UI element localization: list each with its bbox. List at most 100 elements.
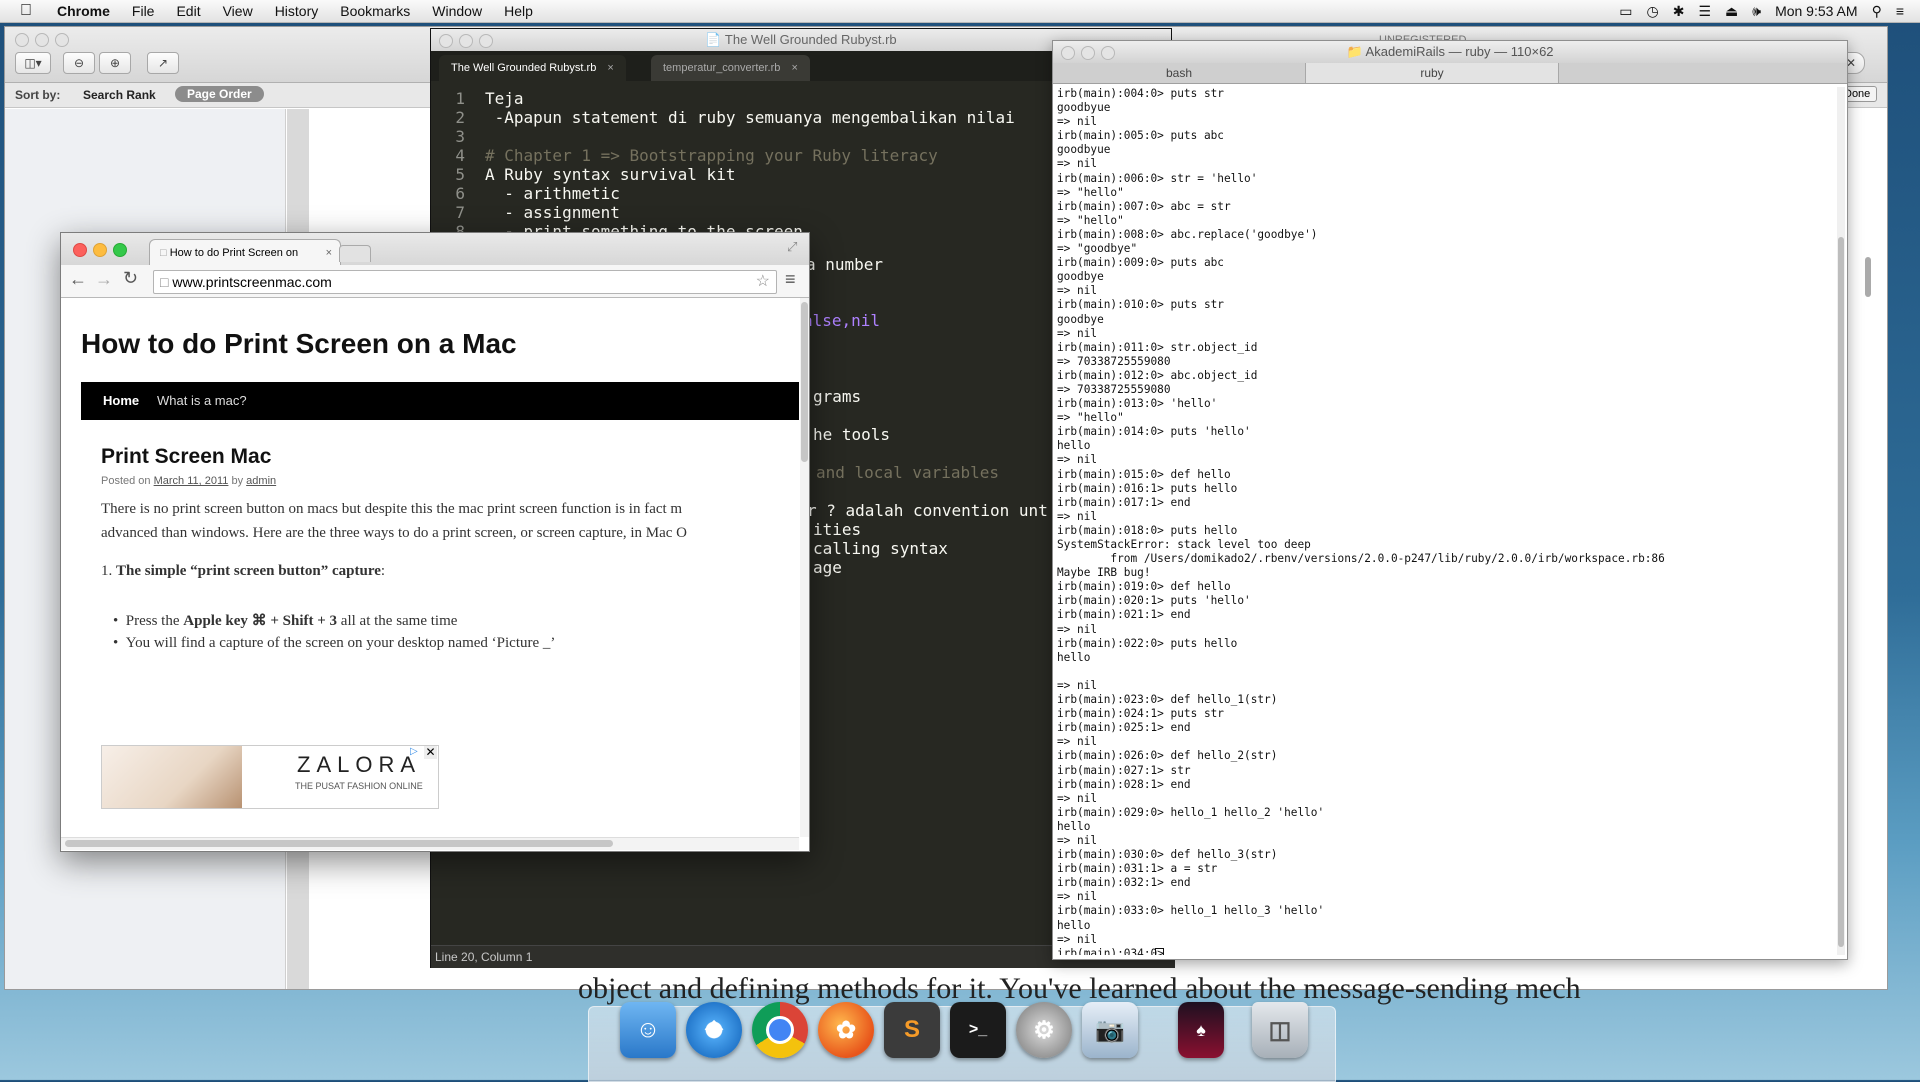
- line-number: 3: [455, 127, 465, 146]
- safari-icon[interactable]: ❖: [686, 1002, 742, 1058]
- page-vertical-scrollbar[interactable]: [800, 298, 809, 837]
- close-button[interactable]: [1061, 46, 1075, 60]
- menu-app-name[interactable]: Chrome: [46, 3, 121, 19]
- terminal-line: SystemStackError: stack level too deep: [1057, 538, 1311, 551]
- menu-icon[interactable]: ≡: [785, 269, 796, 290]
- terminal-line: irb(main):022:0> puts hello: [1057, 636, 1238, 650]
- sort-page-order[interactable]: Page Order: [175, 86, 264, 102]
- bullet-text: all at the same time: [337, 613, 458, 629]
- zoom-button[interactable]: [479, 34, 493, 48]
- spotlight-icon[interactable]: ⚲: [1872, 3, 1882, 20]
- system-preferences-icon[interactable]: ⚙: [1016, 1002, 1072, 1058]
- minimize-button[interactable]: [35, 33, 49, 47]
- bookmark-star-icon[interactable]: ☆: [756, 271, 770, 293]
- code-fragment: r ? adalah convention unt: [807, 501, 1048, 520]
- reload-icon[interactable]: ↻: [123, 268, 138, 289]
- wifi-icon[interactable]: ☰: [1698, 3, 1711, 20]
- zoom-in-icon[interactable]: ⊕: [99, 52, 131, 74]
- time-machine-icon[interactable]: ◷: [1646, 3, 1658, 20]
- share-icon[interactable]: ↗: [147, 52, 179, 74]
- volume-icon[interactable]: 🕪: [1752, 3, 1761, 20]
- finder-icon[interactable]: ☺: [620, 1002, 676, 1058]
- by-label: by: [231, 475, 244, 487]
- minimize-button[interactable]: [93, 243, 107, 257]
- page-horizontal-scrollbar[interactable]: [61, 837, 799, 850]
- terminal-cursor: [1155, 948, 1164, 955]
- menu-bookmarks[interactable]: Bookmarks: [329, 3, 421, 19]
- sort-search-rank[interactable]: Search Rank: [83, 88, 156, 102]
- minimize-button[interactable]: [1081, 46, 1095, 60]
- tab-ruby[interactable]: ruby: [1306, 63, 1559, 83]
- terminal-line: irb(main):017:1> end: [1057, 495, 1191, 509]
- close-tab-icon[interactable]: ×: [326, 240, 332, 266]
- close-tab-icon[interactable]: ×: [791, 62, 797, 74]
- terminal-scrollbar[interactable]: [1837, 87, 1845, 955]
- terminal-line: irb(main):021:1> end: [1057, 608, 1191, 622]
- close-ad-icon[interactable]: ✕: [424, 746, 437, 759]
- terminal-output[interactable]: irb(main):004:0> puts str goodbyue => nil i…: [1057, 87, 1837, 955]
- zoom-button[interactable]: [113, 243, 127, 257]
- fullscreen-icon[interactable]: ⤢: [787, 239, 797, 255]
- firefox-icon[interactable]: ✿: [818, 1002, 874, 1058]
- menu-view[interactable]: View: [212, 3, 264, 19]
- terminal-line: irb(main):026:0> def hello_2(str): [1057, 749, 1278, 763]
- apple-menu-icon[interactable]: : [0, 2, 46, 20]
- terminal-title: AkademiRails — ruby — 110×62: [1365, 44, 1554, 59]
- trash-icon[interactable]: ◫: [1252, 1002, 1308, 1058]
- ad-image: [102, 746, 242, 808]
- close-button[interactable]: [73, 243, 87, 257]
- terminal-line: => 70338725559080: [1057, 382, 1171, 396]
- airplay-icon[interactable]: ▭: [1619, 3, 1632, 20]
- sublime-text-icon[interactable]: S: [884, 1002, 940, 1058]
- menu-window[interactable]: Window: [421, 3, 493, 19]
- bluetooth-icon[interactable]: ✱: [1673, 3, 1685, 20]
- section-heading: 1. The simple “print screen button” capt…: [101, 563, 385, 580]
- notification-center-icon[interactable]: ≡: [1896, 3, 1904, 19]
- advertisement[interactable]: ZALORA THE PUSAT FASHION ONLINE ▷ ✕: [101, 745, 439, 809]
- nav-what-is-a-mac[interactable]: What is a mac?: [157, 393, 247, 408]
- tab-well-grounded-rubyst[interactable]: The Well Grounded Rubyst.rb ×: [439, 55, 626, 81]
- book-icon[interactable]: ♠: [1178, 1002, 1224, 1058]
- terminal-icon[interactable]: >_: [950, 1002, 1006, 1058]
- site-title[interactable]: How to do Print Screen on a Mac: [81, 328, 517, 360]
- menubar-clock[interactable]: Mon 9:53 AM: [1775, 3, 1858, 19]
- chrome-tab[interactable]: □ How to do Print Screen on ×: [149, 239, 341, 266]
- terminal-line: irb(main):008:0> abc.replace('goodbye'): [1057, 227, 1318, 241]
- keyboard-shortcut: Apple key ⌘ + Shift + 3: [183, 613, 338, 629]
- back-icon[interactable]: ←: [69, 269, 87, 290]
- tab-title: How to do Print Screen on: [169, 247, 299, 259]
- nav-home[interactable]: Home: [103, 393, 139, 408]
- preview-scrollbar[interactable]: [1865, 257, 1871, 297]
- tab-temperatur-converter[interactable]: temperatur_converter.rb ×: [651, 55, 810, 81]
- terminal-line: irb(main):027:1> str: [1057, 763, 1191, 777]
- menu-edit[interactable]: Edit: [165, 3, 211, 19]
- zoom-button[interactable]: [1101, 46, 1115, 60]
- terminal-line: irb(main):025:1> end: [1057, 721, 1191, 735]
- forward-icon[interactable]: →: [95, 269, 113, 290]
- tab-bash[interactable]: bash: [1053, 63, 1306, 83]
- zoom-button[interactable]: [55, 33, 69, 47]
- close-tab-icon[interactable]: ×: [607, 62, 613, 74]
- close-button[interactable]: [15, 33, 29, 47]
- preview-icon[interactable]: 📷: [1082, 1002, 1138, 1058]
- post-date-link[interactable]: March 11, 2011: [154, 475, 229, 487]
- terminal-line: hello: [1057, 439, 1091, 453]
- author-link[interactable]: admin: [246, 475, 276, 487]
- eject-icon[interactable]: ⏏: [1725, 3, 1738, 20]
- menu-history[interactable]: History: [264, 3, 330, 19]
- close-button[interactable]: [439, 34, 453, 48]
- post-title[interactable]: Print Screen Mac: [101, 445, 271, 469]
- address-bar[interactable]: □ www.printscreenmac.com ☆: [153, 270, 777, 294]
- adchoices-icon[interactable]: ▷: [410, 746, 418, 757]
- zoom-out-icon[interactable]: ⊖: [63, 52, 95, 74]
- menu-help[interactable]: Help: [493, 3, 544, 19]
- new-tab-button[interactable]: [339, 245, 371, 262]
- terminal-line: irb(main):009:0> puts abc: [1057, 256, 1224, 270]
- minimize-button[interactable]: [459, 34, 473, 48]
- line-number: 7: [455, 203, 465, 222]
- menu-file[interactable]: File: [121, 3, 166, 19]
- terminal-line: hello: [1057, 650, 1091, 664]
- sidebar-view-icon[interactable]: ◫▾: [15, 52, 51, 74]
- terminal-line: irb(main):007:0> abc = str: [1057, 199, 1231, 213]
- chrome-icon[interactable]: [752, 1002, 808, 1058]
